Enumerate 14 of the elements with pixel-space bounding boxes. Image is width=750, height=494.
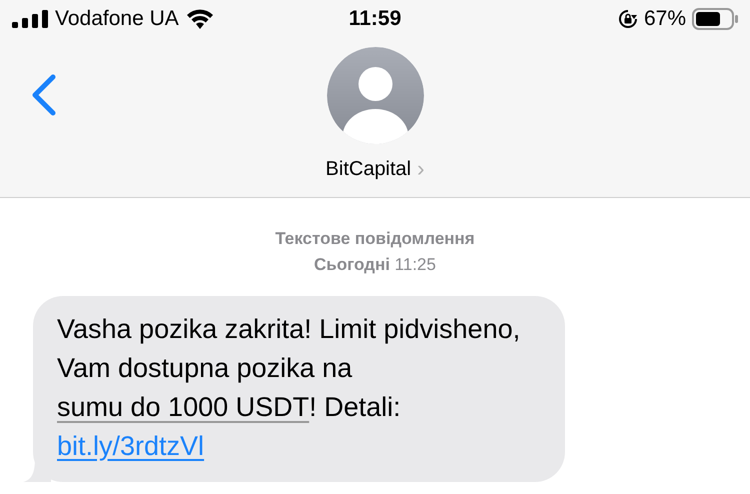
back-icon[interactable] [30, 74, 58, 116]
clock-time: 11:59 [348, 7, 402, 31]
contact-name[interactable]: BitCapital › [326, 156, 424, 182]
message-text: Vasha pozika zakrita! Limit pidvisheno, Vam dostupna pozika na sumu do 1000 USDT! Detali: bit.ly/3rdtzVl [57, 314, 520, 461]
rotation-lock-icon [618, 9, 638, 29]
message-type-label: Текстове повідомлення [274, 228, 476, 250]
wifi-icon [186, 9, 214, 29]
amount-link[interactable]: sumu do 1000 USDT [57, 392, 310, 422]
message-timestamp: Сьогодні 11:25 [313, 254, 437, 276]
carrier-name: Vodafone UA [55, 7, 179, 31]
battery-percent: 67% [644, 7, 686, 31]
battery-icon [692, 8, 738, 30]
avatar-icon[interactable] [326, 47, 424, 144]
signal-icon [12, 10, 48, 28]
